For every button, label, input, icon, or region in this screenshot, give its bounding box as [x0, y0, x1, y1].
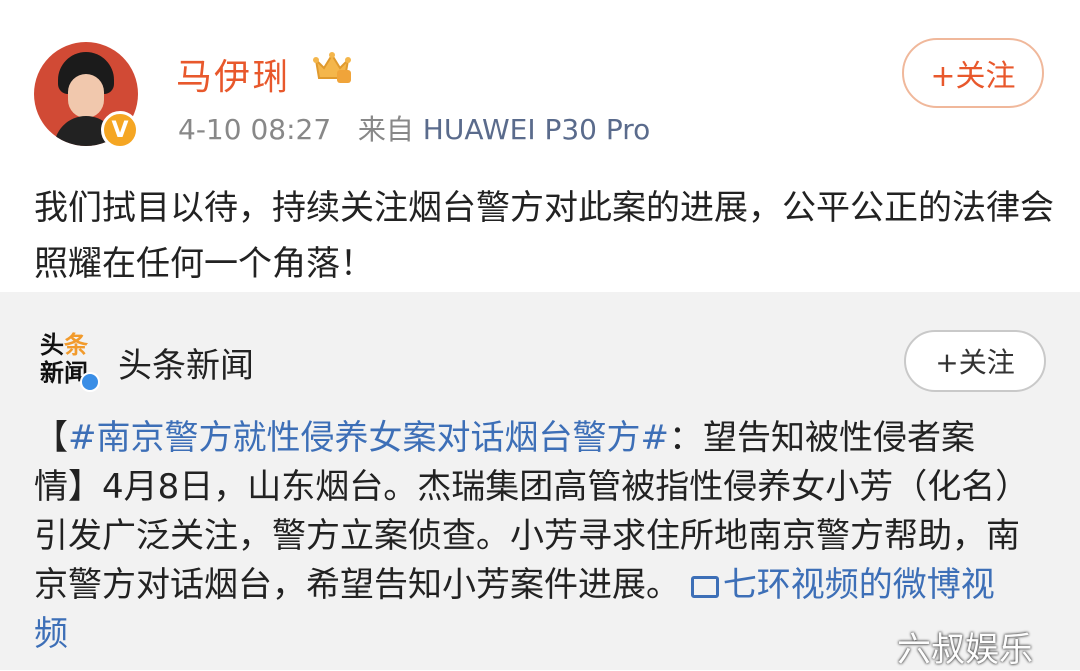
post-source[interactable]: HUAWEI P30 Pro — [423, 113, 651, 146]
hashtag-link[interactable]: #南京警方就性侵养女案对话烟台警方# — [68, 418, 669, 458]
post-text: 我们拭目以待，持续关注烟台警方对此案的进展，公平公正的法律会照耀在任何一个角落！ — [34, 188, 1054, 284]
verified-badge-icon: V — [101, 111, 139, 149]
post-date: 4-10 08:27 — [178, 113, 332, 146]
logo-char-1: 头 — [40, 331, 64, 359]
repost-author-logo[interactable]: 头条 新闻 — [38, 330, 100, 392]
logo-char-2: 条 — [64, 331, 88, 359]
video-icon — [690, 576, 719, 598]
watermark: 六叔娱乐 — [897, 630, 1033, 670]
post-meta: 4-10 08:27 来自 HUAWEI P30 Pro — [178, 108, 650, 148]
reposted-card[interactable]: 头条 新闻 头条新闻 +关注 【#南京警方就性侵养女案对话烟台警方#：望告知被性… — [0, 292, 1080, 670]
repost-text: 【#南京警方就性侵养女案对话烟台警方#：望告知被性侵者案情】4月8日，山东烟台。… — [34, 414, 1024, 659]
follow-button[interactable]: +关注 — [902, 38, 1044, 108]
author-name[interactable]: 马伊琍 — [176, 48, 290, 100]
repost-follow-button[interactable]: +关注 — [904, 330, 1046, 392]
text-prefix: 【 — [34, 418, 68, 458]
source-prefix: 来自 — [357, 113, 414, 146]
vip-crown-icon — [313, 52, 351, 83]
repost-author-name[interactable]: 头条新闻 — [118, 338, 254, 387]
verified-badge-icon — [80, 372, 100, 392]
weibo-post: V 马伊琍 4-10 08:27 来自 HUAWEI P30 Pro +关注 我… — [0, 0, 1080, 292]
